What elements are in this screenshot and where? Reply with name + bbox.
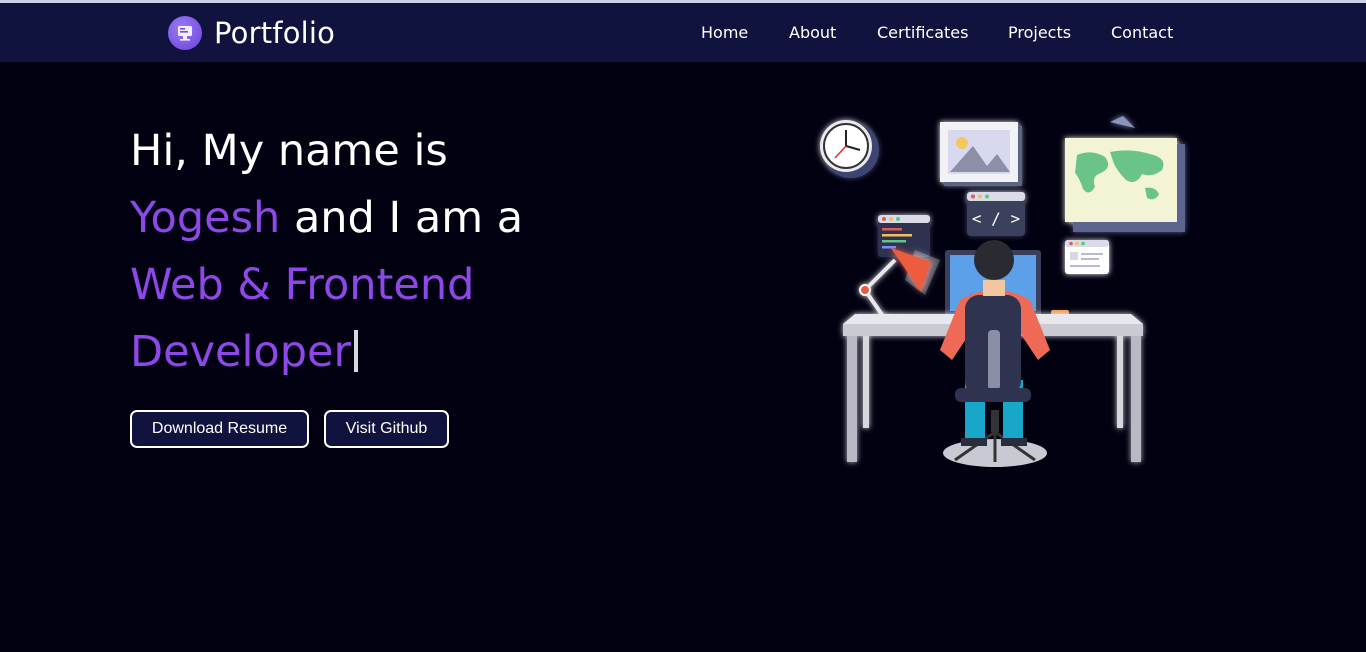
nav-link-certificates[interactable]: Certificates [877,23,968,42]
editor-window-icon [878,215,930,257]
hero-name: Yogesh [130,193,281,243]
profile-card-icon [1065,240,1109,274]
hero-line-name: Yogesh and I am a [130,185,690,252]
hero-heading: Hi, My name is Yogesh and I am a Web & F… [130,118,690,386]
download-resume-button[interactable]: Download Resume [130,410,309,448]
nav-links: Home About Certificates Projects Contact [0,23,1366,45]
picture-frame-icon [940,122,1022,186]
hero-role-line2: Developer [130,327,352,377]
typing-cursor [354,330,359,372]
clock-icon [820,120,879,178]
world-map-icon [1065,116,1185,232]
nav-link-projects[interactable]: Projects [1008,23,1071,42]
hero-role-line1: Web & Frontend [130,260,475,310]
hero-line-greeting: Hi, My name is [130,126,448,176]
code-tag-text: < / > [972,209,1020,228]
office-chair-icon [943,410,1047,467]
nav-link-contact[interactable]: Contact [1111,23,1173,42]
hero-role-line2-wrap: Developer [130,319,690,386]
developer-desk-illustration: < / > [820,116,1185,467]
navbar: Portfolio Home About Certificates Projec… [0,3,1366,62]
nav-link-about[interactable]: About [789,23,836,42]
visit-github-button[interactable]: Visit Github [324,410,449,448]
code-window-icon: < / > [967,192,1025,236]
nav-link-home[interactable]: Home [701,23,748,42]
hero-line-intro: and I am a [280,193,524,243]
